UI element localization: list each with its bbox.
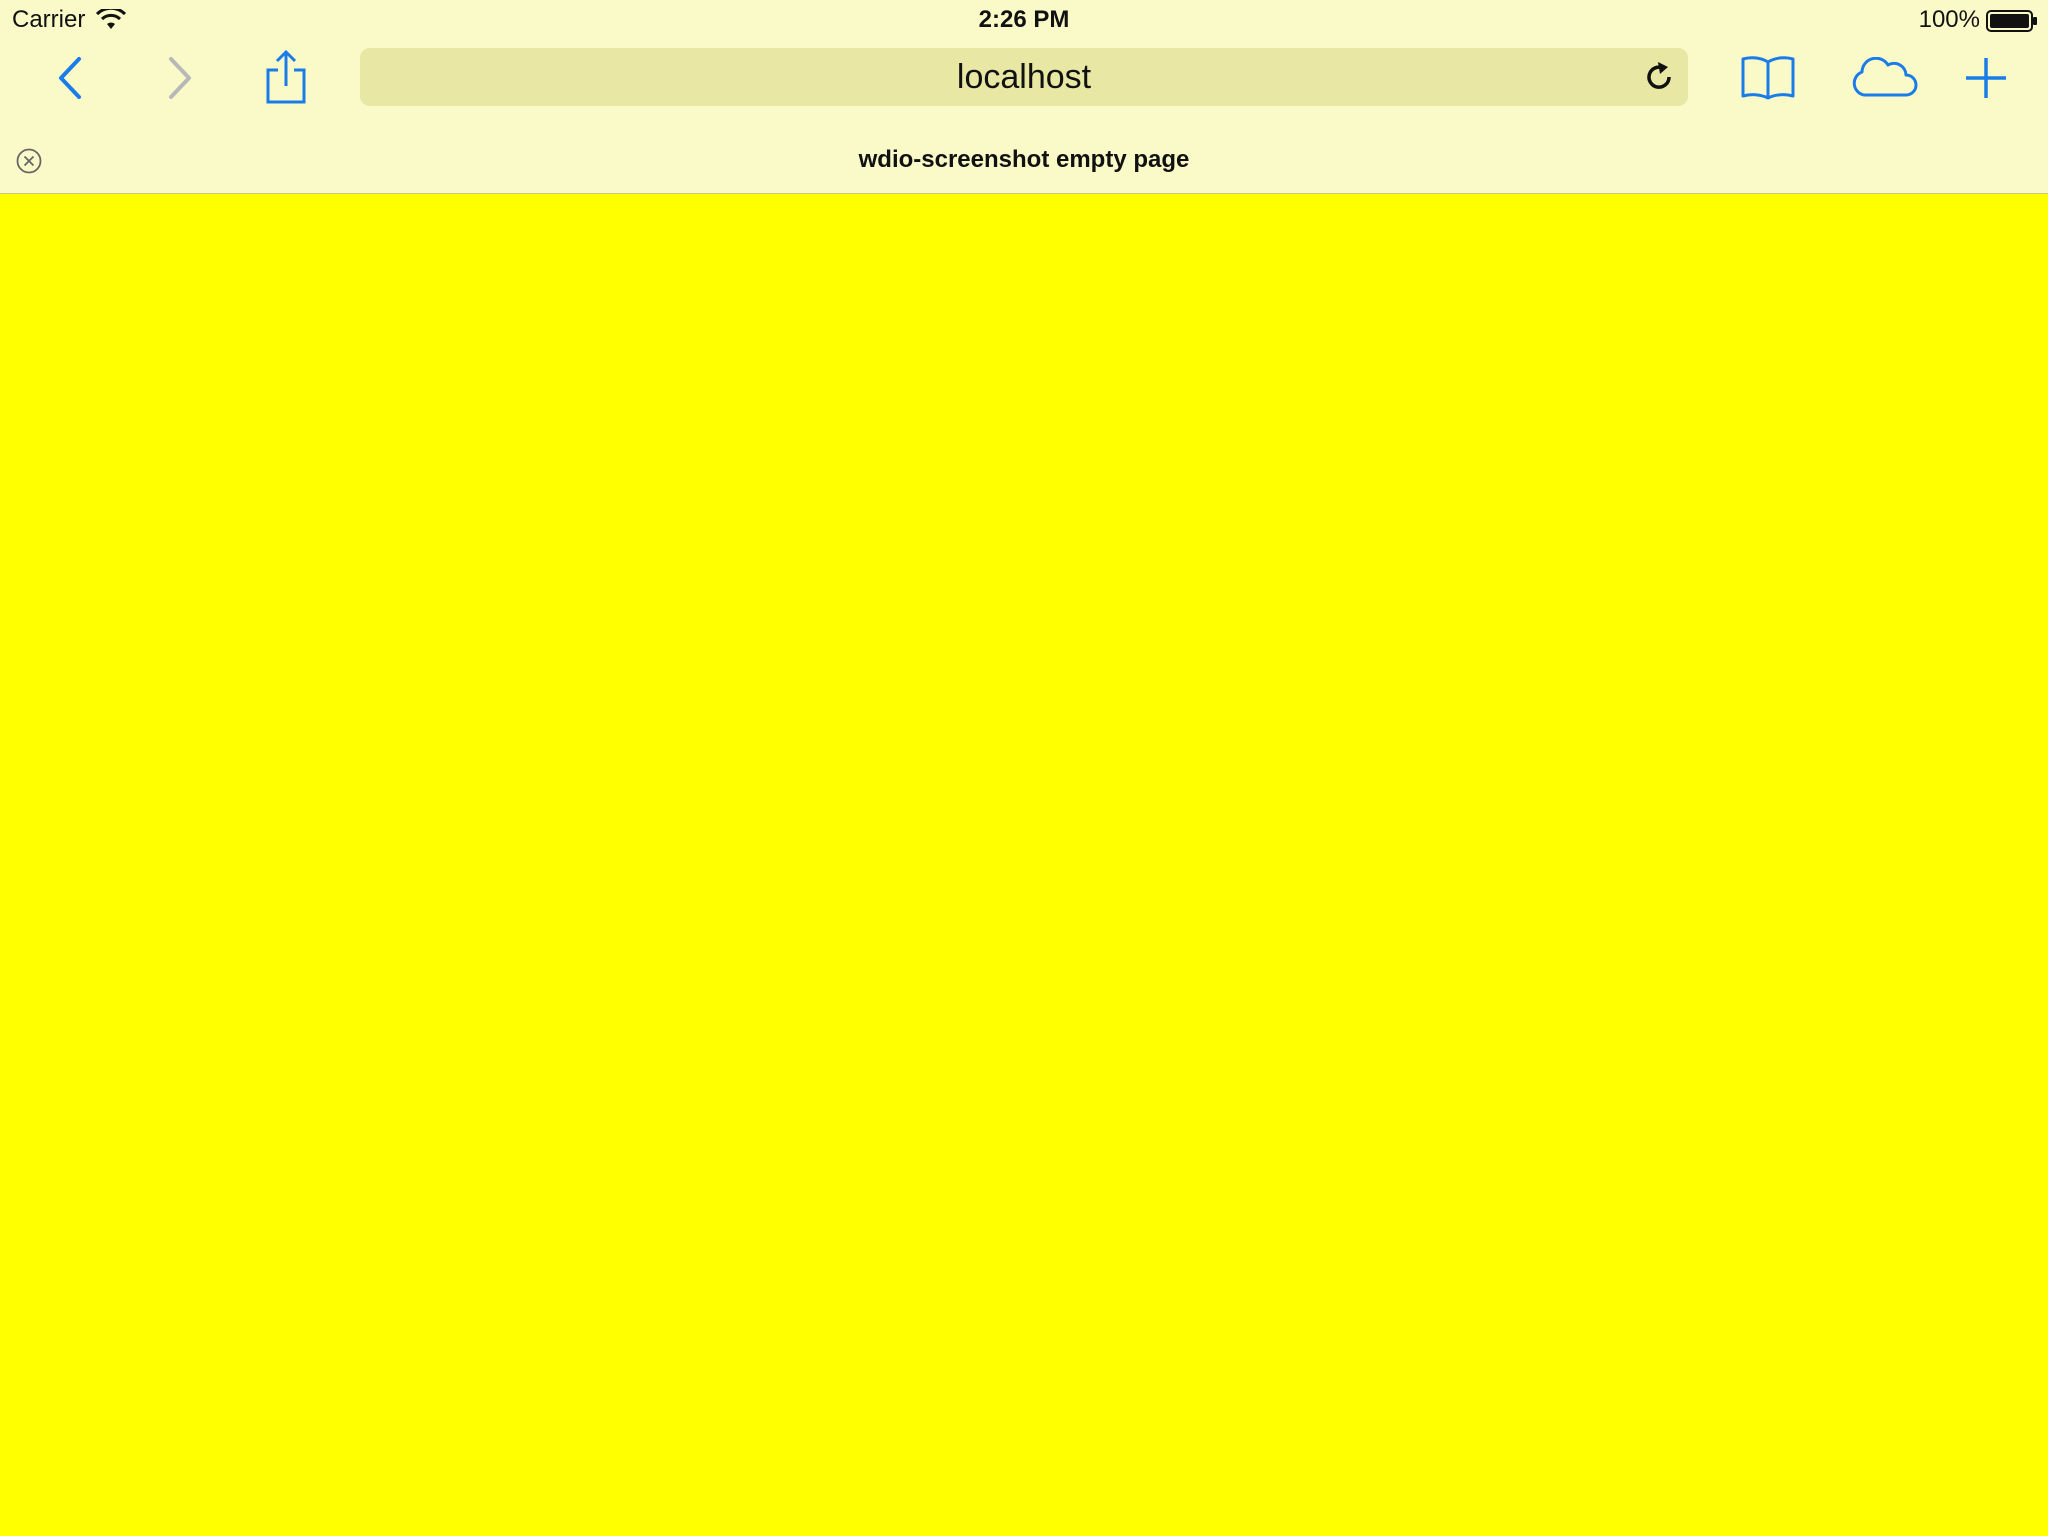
address-text[interactable]: localhost	[360, 48, 1688, 106]
page-content	[0, 194, 2048, 1536]
status-bar: Carrier 2:26 PM 100%	[0, 0, 2048, 42]
cloud-tabs-button[interactable]	[1846, 50, 1922, 106]
battery-percent: 100%	[1918, 6, 1980, 33]
back-icon	[59, 57, 81, 99]
battery-icon	[1986, 10, 2037, 32]
back-button[interactable]	[40, 50, 100, 106]
new-tab-icon	[1966, 58, 2006, 98]
tab-title[interactable]: wdio-screenshot empty page	[0, 146, 2048, 174]
browser-chrome: Carrier 2:26 PM 100% localhost wdio-scre…	[0, 0, 2048, 194]
bookmarks-icon	[1741, 56, 1795, 100]
browser-toolbar: localhost	[0, 42, 2048, 112]
bookmarks-button[interactable]	[1738, 50, 1798, 106]
cloud-tabs-icon	[1852, 57, 1918, 97]
new-tab-button[interactable]	[1956, 50, 2016, 106]
forward-button[interactable]	[150, 50, 210, 106]
forward-icon	[169, 57, 191, 99]
share-icon	[266, 50, 306, 104]
status-time: 2:26 PM	[978, 6, 1070, 33]
share-button[interactable]	[256, 50, 316, 106]
tab-bar: wdio-screenshot empty page	[0, 138, 2048, 184]
address-bar[interactable]: localhost	[360, 48, 1688, 106]
reload-icon[interactable]	[1642, 60, 1676, 94]
